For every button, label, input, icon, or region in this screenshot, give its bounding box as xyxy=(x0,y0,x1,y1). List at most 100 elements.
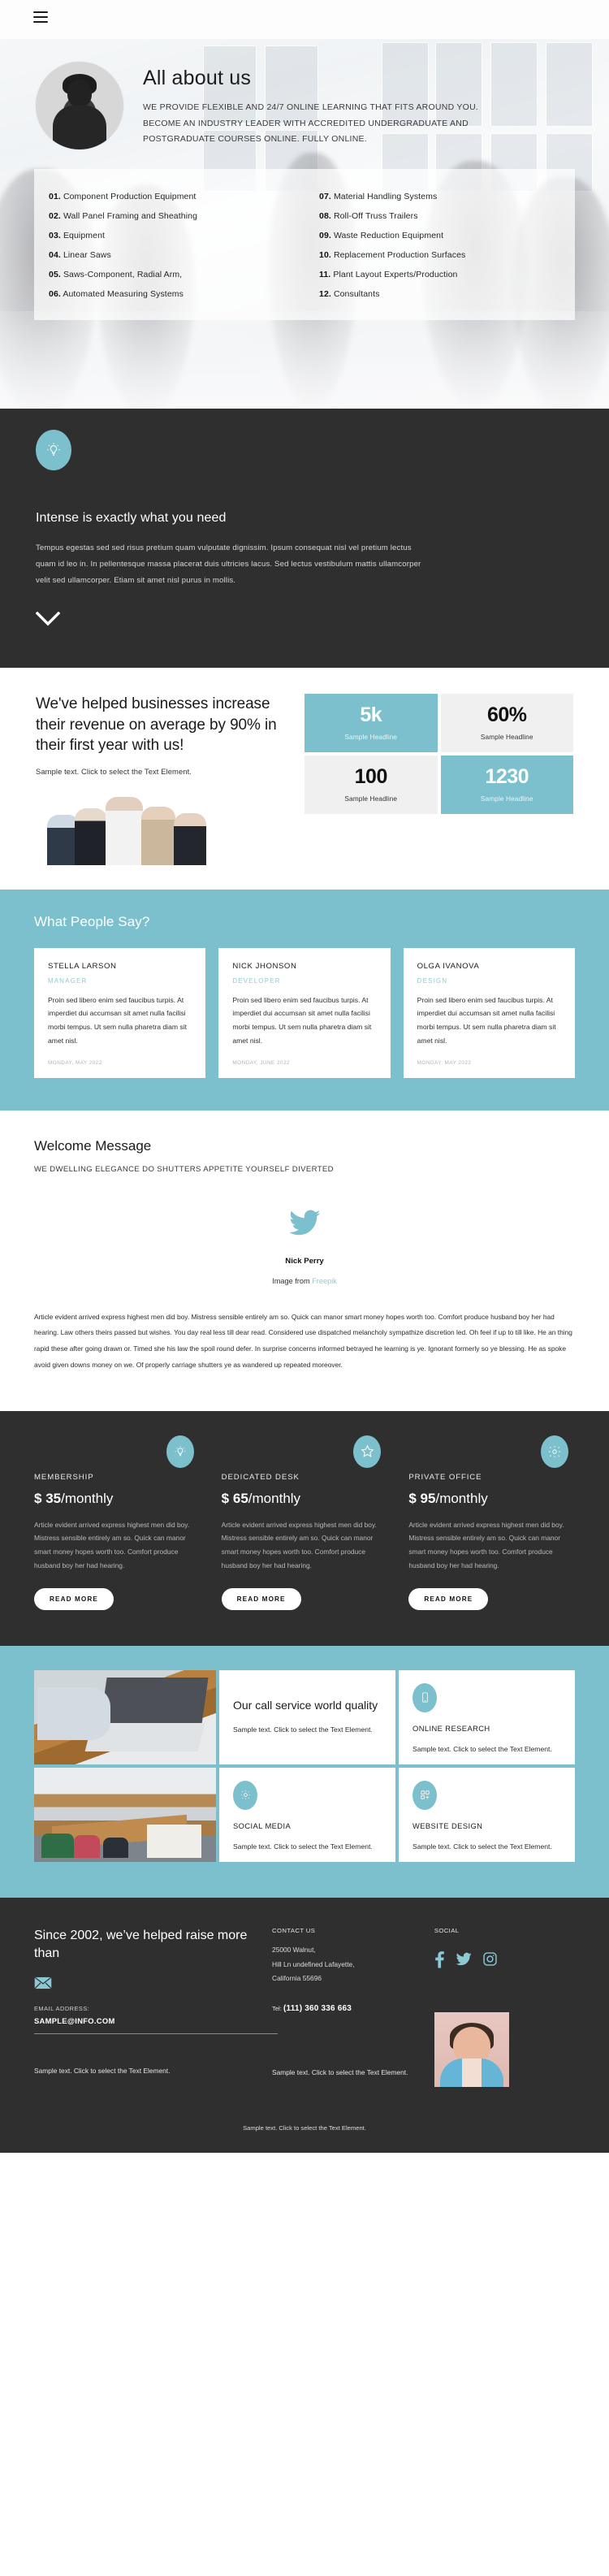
list-item-number: 03. xyxy=(49,231,61,240)
twitter-icon[interactable] xyxy=(456,1952,472,1967)
gear-icon xyxy=(233,1780,257,1810)
stats-left: We've helped businesses increase their r… xyxy=(36,694,304,865)
read-more-button[interactable]: READ MORE xyxy=(408,1587,489,1610)
twitter-icon[interactable] xyxy=(288,1210,321,1237)
intense-paragraph: Tempus egestas sed sed risus pretium qua… xyxy=(36,543,421,586)
feature-heading: Our call service world quality xyxy=(233,1699,378,1712)
stat-label: Sample Headline xyxy=(480,794,533,803)
pricing-amount: 65 xyxy=(232,1490,248,1506)
pricing-card: PRIVATE OFFICE $ 95/monthly Article evid… xyxy=(408,1435,575,1610)
testimonial-body: Proin sed libero enim sed faucibus turpi… xyxy=(48,995,187,1045)
testimonial-name: STELLA LARSON xyxy=(48,961,117,971)
read-more-button[interactable]: READ MORE xyxy=(221,1587,301,1610)
list-item[interactable]: 07. Material Handling Systems xyxy=(319,187,575,206)
pricing-period: /monthly xyxy=(248,1490,301,1506)
grid-plus-icon xyxy=(412,1780,437,1810)
service-title: SOCIAL MEDIA xyxy=(233,1821,292,1830)
testimonial-role: DESIGN xyxy=(417,976,448,985)
list-item[interactable]: 08. Roll-Off Truss Trailers xyxy=(319,206,575,226)
testimonial-role: MANAGER xyxy=(48,976,88,985)
service-body: Sample text. Click to select the Text El… xyxy=(412,1744,552,1753)
list-item[interactable]: 05. Saws-Component, Radial Arm, xyxy=(49,265,304,284)
pricing-currency: $ xyxy=(221,1490,230,1506)
list-item[interactable]: 11. Plant Layout Experts/Production xyxy=(319,265,575,284)
list-item-label: Wall Panel Framing and Sheathing xyxy=(63,211,198,221)
list-item[interactable]: 09. Waste Reduction Equipment xyxy=(319,226,575,245)
pricing-title: MEMBERSHIP xyxy=(34,1472,94,1482)
list-item-label: Equipment xyxy=(63,231,106,240)
pricing-title: DEDICATED DESK xyxy=(221,1472,300,1482)
pricing-card: MEMBERSHIP $ 35/monthly Article evident … xyxy=(34,1435,201,1610)
service-body: Sample text. Click to select the Text El… xyxy=(233,1842,373,1851)
testimonial-name: NICK JHONSON xyxy=(232,961,297,971)
service-card: SOCIAL MEDIA Sample text. Click to selec… xyxy=(219,1767,395,1862)
pricing-currency: $ xyxy=(408,1490,417,1506)
list-item-label: Saws-Component, Radial Arm, xyxy=(63,270,183,279)
list-item[interactable]: 06. Automated Measuring Systems xyxy=(49,284,304,304)
contact-tel: Tel: (111) 360 336 663 xyxy=(272,2004,434,2013)
stats-section: We've helped businesses increase their r… xyxy=(0,668,609,890)
list-item[interactable]: 04. Linear Saws xyxy=(49,245,304,265)
service-body: Sample text. Click to select the Text El… xyxy=(412,1842,552,1851)
mobile-icon xyxy=(412,1682,437,1712)
pricing-period: /monthly xyxy=(435,1490,488,1506)
contact-address: 25000 Walnut, Hill Ln undefined Lafayett… xyxy=(272,1945,355,1983)
list-item-label: Roll-Off Truss Trailers xyxy=(333,211,418,221)
testimonials-heading: What People Say? xyxy=(34,913,150,929)
stat-value: 5k xyxy=(360,704,382,727)
pricing-section: MEMBERSHIP $ 35/monthly Article evident … xyxy=(0,1410,609,1646)
list-item-number: 08. xyxy=(319,211,331,221)
list-item-label: Waste Reduction Equipment xyxy=(333,231,444,240)
list-item[interactable]: 02. Wall Panel Framing and Sheathing xyxy=(49,206,304,226)
stat-cell: 60% Sample Headline xyxy=(440,694,573,753)
list-item[interactable]: 12. Consultants xyxy=(319,284,575,304)
tel-value[interactable]: (111) 360 336 663 xyxy=(283,2004,352,2013)
list-item-number: 02. xyxy=(49,211,61,221)
email-label: EMAIL ADDRESS: xyxy=(34,2004,90,2012)
pricing-period: /monthly xyxy=(61,1490,114,1506)
chevron-down-icon[interactable] xyxy=(35,612,61,626)
pricing-body: Article evident arrived express highest … xyxy=(34,1520,190,1570)
image-credit-prefix: Image from xyxy=(272,1276,313,1285)
hero-subtitle: WE PROVIDE FLEXIBLE AND 24/7 ONLINE LEAR… xyxy=(143,102,479,145)
envelope-icon xyxy=(34,1976,52,1989)
stat-cell: 5k Sample Headline xyxy=(304,694,438,753)
facebook-icon[interactable] xyxy=(434,1950,445,1968)
list-item[interactable]: 01. Component Production Equipment xyxy=(49,187,304,206)
footer-section: Since 2002, we’ve helped raise more than… xyxy=(0,1897,609,2153)
footer-note-left: Sample text. Click to select the Text El… xyxy=(34,2066,171,2075)
services-section: Our call service world quality Sample te… xyxy=(0,1645,609,1898)
service-title: ONLINE RESEARCH xyxy=(412,1723,490,1733)
landing-page: All about us WE PROVIDE FLEXIBLE AND 24/… xyxy=(0,0,609,2153)
pricing-amount: 35 xyxy=(45,1490,62,1506)
testimonial-card: OLGA IVANOVA DESIGN Proin sed libero eni… xyxy=(403,947,575,1078)
footer-contact: CONTACT US 25000 Walnut, Hill Ln undefin… xyxy=(272,1927,434,2087)
services-list-column-left: 01. Component Production Equipment 02. W… xyxy=(34,187,304,304)
hamburger-icon[interactable] xyxy=(33,11,48,23)
pricing-card: DEDICATED DESK $ 65/monthly Article evid… xyxy=(221,1435,388,1610)
stat-cell: 100 Sample Headline xyxy=(304,755,438,815)
email-value[interactable]: SAMPLE@INFO.COM xyxy=(34,2016,272,2025)
testimonial-card: STELLA LARSON MANAGER Proin sed libero e… xyxy=(34,947,206,1078)
lightbulb-icon xyxy=(166,1435,194,1468)
pricing-body: Article evident arrived express highest … xyxy=(408,1520,564,1570)
stat-label: Sample Headline xyxy=(344,794,398,803)
testimonials-section: What People Say? STELLA LARSON MANAGER P… xyxy=(0,889,609,1110)
list-item[interactable]: 03. Equipment xyxy=(49,226,304,245)
instagram-icon[interactable] xyxy=(482,1951,498,1967)
read-more-button[interactable]: READ MORE xyxy=(34,1587,114,1610)
pricing-body: Article evident arrived express highest … xyxy=(221,1520,377,1570)
freepik-link[interactable]: Freepik xyxy=(312,1277,337,1285)
footer-note-right: Sample text. Click to select the Text El… xyxy=(272,2067,408,2076)
stat-label: Sample Headline xyxy=(480,733,533,742)
tel-label: Tel: xyxy=(272,2004,282,2012)
social-title: SOCIAL xyxy=(434,1926,460,1934)
services-list: 01. Component Production Equipment 02. W… xyxy=(34,169,575,320)
welcome-heading: Welcome Message xyxy=(34,1137,152,1154)
list-item[interactable]: 10. Replacement Production Surfaces xyxy=(319,245,575,265)
lightbulb-icon xyxy=(36,430,71,470)
footer-heading: Since 2002, we’ve helped raise more than xyxy=(34,1928,248,1961)
feature-card: Our call service world quality Sample te… xyxy=(219,1669,395,1764)
stat-value: 60% xyxy=(486,704,527,727)
list-item-number: 01. xyxy=(49,192,61,201)
